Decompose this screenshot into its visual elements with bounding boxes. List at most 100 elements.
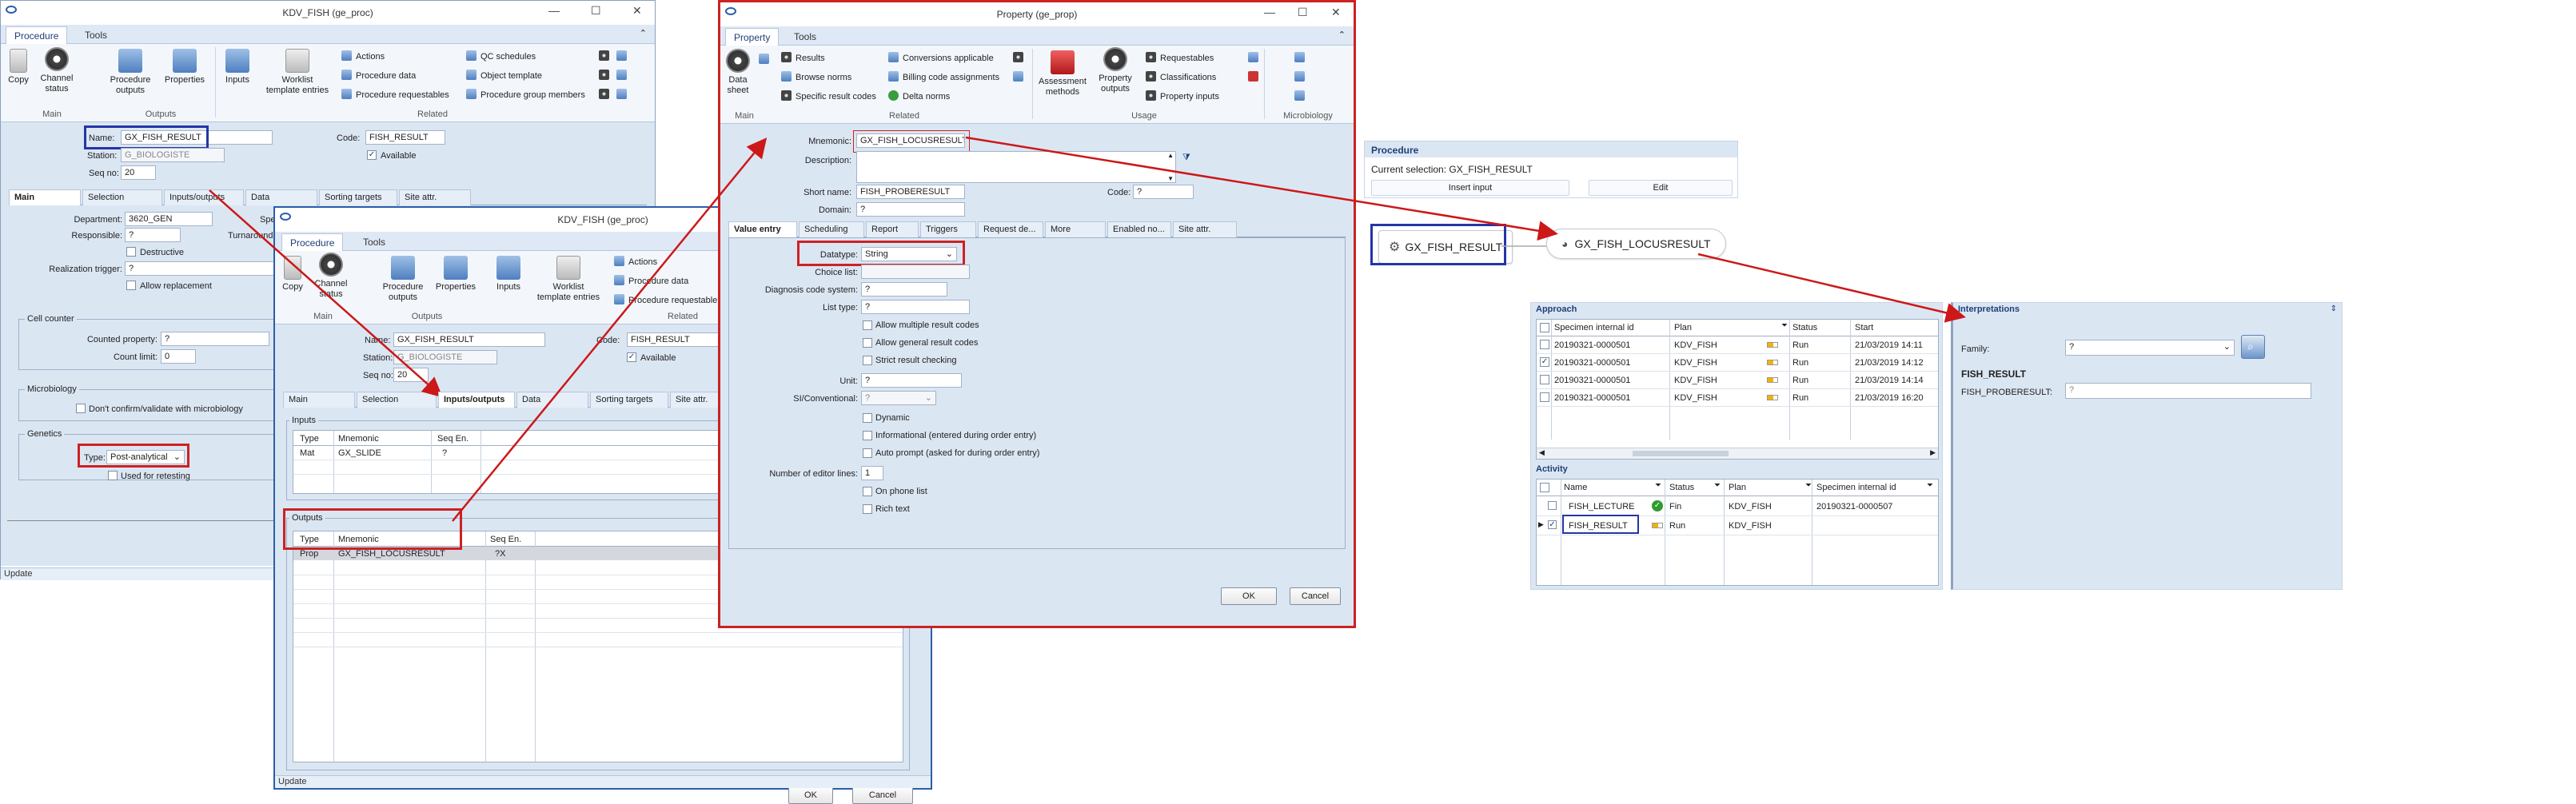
billing-code-assignments-button[interactable]: Billing code assignments [888, 71, 999, 82]
subtab-sorting-targets[interactable]: Sorting targets [590, 392, 668, 408]
status-cell[interactable]: Run [1669, 521, 1685, 531]
subtab-value-entry[interactable]: Value entry [728, 221, 797, 237]
plan-cell[interactable]: KDV_FISH [1674, 358, 1717, 368]
specimen-id-cell[interactable]: 20190321-0000501 [1554, 340, 1630, 350]
count-limit-field[interactable]: 0 [161, 349, 196, 364]
property-outputs-button[interactable]: Property outputs [1095, 47, 1136, 94]
available-checkbox[interactable]: ✓ [627, 352, 636, 362]
editor-lines-field[interactable]: 1 [861, 466, 883, 480]
name-cell[interactable]: FISH_LECTURE [1569, 502, 1635, 511]
available-checkbox[interactable]: ✓ [367, 150, 377, 160]
class-icon[interactable] [1248, 71, 1258, 82]
on-phone-list-checkbox[interactable] [863, 487, 872, 496]
dont-confirm-checkbox[interactable] [76, 404, 86, 413]
norms-icon[interactable] [1013, 52, 1023, 62]
subtab-main[interactable]: Main [283, 392, 355, 408]
subtab-main[interactable]: Main [9, 189, 81, 205]
allow-general-checkbox[interactable] [863, 338, 872, 348]
property-inputs-button[interactable]: Property inputs [1146, 90, 1219, 101]
input-type-cell[interactable]: Mat [300, 448, 314, 458]
input-seq-cell[interactable]: ? [442, 448, 447, 458]
maximize-icon[interactable]: ☐ [591, 4, 601, 18]
report-icon[interactable] [616, 50, 627, 61]
row-checkbox[interactable]: ✓ [1548, 520, 1557, 529]
scroll-left-icon[interactable]: ◀ [1539, 448, 1545, 457]
tab-tools[interactable]: Tools [77, 26, 115, 44]
tab-tools[interactable]: Tools [786, 28, 824, 46]
filter-icon[interactable]: ⏷ [1781, 321, 1788, 330]
diagnosis-field[interactable]: ? [861, 282, 947, 297]
retesting-checkbox[interactable] [108, 471, 118, 480]
worklist-button[interactable]: Worklist template entries [261, 49, 333, 96]
scroll-up-icon[interactable]: ▲ [1167, 152, 1174, 159]
procedure-outputs-button[interactable]: Procedure outputs [379, 256, 427, 303]
destructive-checkbox[interactable] [126, 247, 136, 257]
tab-tools[interactable]: Tools [355, 233, 393, 251]
input-mnemonic-cell[interactable]: GX_SLIDE [338, 448, 381, 458]
classifications-button[interactable]: Classifications [1146, 71, 1216, 82]
scroll-thumb[interactable] [1633, 451, 1729, 456]
filter-icon[interactable]: ⏷ [1927, 481, 1933, 490]
code-field[interactable]: FISH_RESULT [627, 332, 723, 347]
procedure-requestables-button[interactable]: Procedure requestables [341, 89, 449, 100]
subtab-data[interactable]: Data [245, 189, 317, 205]
subtab-report[interactable]: Report [866, 221, 919, 237]
code-field[interactable]: FISH_RESULT [365, 130, 445, 145]
insert-input-button[interactable]: Insert input [1371, 180, 1569, 196]
start-cell[interactable]: 21/03/2019 14:14 [1855, 376, 1924, 385]
status-cell[interactable]: Run [1792, 358, 1808, 368]
status-cell[interactable]: Run [1792, 376, 1808, 385]
trigger-field[interactable]: ? [125, 261, 277, 276]
subtab-enabled-no[interactable]: Enabled no... [1107, 221, 1171, 237]
domain-field[interactable]: ? [856, 202, 965, 217]
subtab-site-attr[interactable]: Site attr. [399, 189, 471, 205]
close-icon[interactable]: ✕ [632, 4, 642, 18]
spellcheck-icon[interactable]: ⧩ [1182, 153, 1190, 163]
output-seq-cell[interactable]: ?X [495, 549, 505, 559]
name-field[interactable]: GX_FISH_RESULT [393, 332, 545, 347]
plan-cell[interactable]: KDV_FISH [1674, 376, 1717, 385]
status-cell[interactable]: Run [1792, 393, 1808, 403]
req-icon[interactable] [1248, 52, 1258, 62]
specimen-id-cell[interactable]: 20190321-0000501 [1554, 376, 1630, 385]
allow-replacement-checkbox[interactable] [126, 281, 136, 290]
filter-icon[interactable]: ⏷ [1714, 481, 1721, 490]
micro-icon-2[interactable] [1294, 71, 1305, 82]
start-cell[interactable]: 21/03/2019 16:20 [1855, 393, 1924, 403]
settings-icon[interactable] [599, 50, 609, 61]
output-mnemonic-cell[interactable]: GX_FISH_LOCUSRESULT [338, 549, 445, 559]
procedure-requestable-button[interactable]: Procedure requestable [614, 294, 717, 305]
filter-icon[interactable]: ⏷ [1805, 481, 1812, 490]
start-cell[interactable]: 21/03/2019 14:11 [1855, 340, 1923, 350]
specimen-id-cell[interactable]: 20190321-0000507 [1816, 502, 1892, 511]
requestables-button[interactable]: Requestables [1146, 52, 1214, 63]
subtab-sorting-targets[interactable]: Sorting targets [319, 189, 397, 205]
ok-button[interactable]: OK [788, 786, 833, 804]
status-cell[interactable]: Run [1792, 340, 1808, 350]
scroll-down-icon[interactable]: ▼ [1167, 175, 1174, 182]
data-sheet-button[interactable]: Data sheet [724, 49, 752, 96]
tree-icon[interactable] [616, 89, 627, 99]
output-type-cell[interactable]: Prop [300, 549, 318, 559]
assign-icon[interactable] [1013, 71, 1023, 82]
link-icon[interactable] [616, 70, 627, 80]
code-field[interactable]: ? [1133, 185, 1194, 199]
row-checkbox[interactable] [1548, 501, 1557, 510]
close-icon[interactable]: ✕ [1331, 6, 1341, 19]
channel-status-button[interactable]: Channel status [36, 47, 78, 94]
si-conventional-select[interactable]: ? ⌄ [861, 391, 936, 405]
auto-prompt-checkbox[interactable] [863, 448, 872, 458]
plan-cell[interactable]: KDV_FISH [1674, 340, 1717, 350]
procedure-data-button[interactable]: Procedure data [614, 275, 688, 286]
properties-button[interactable]: Properties [432, 256, 480, 293]
allow-multiple-checkbox[interactable] [863, 320, 872, 330]
plan-cell[interactable]: KDV_FISH [1729, 502, 1772, 511]
maximize-icon[interactable]: ☐ [1298, 6, 1308, 19]
refresh-icon[interactable] [599, 70, 609, 80]
browse-norms-button[interactable]: Browse norms [781, 71, 851, 82]
results-button[interactable]: Results [781, 52, 825, 63]
cancel-button[interactable]: Cancel [1290, 587, 1341, 605]
property-node[interactable]: ◕ GX_FISH_LOCUSRESULT [1546, 229, 1726, 259]
tab-procedure[interactable]: Procedure [281, 233, 344, 251]
subtab-selection[interactable]: Selection [82, 189, 162, 205]
